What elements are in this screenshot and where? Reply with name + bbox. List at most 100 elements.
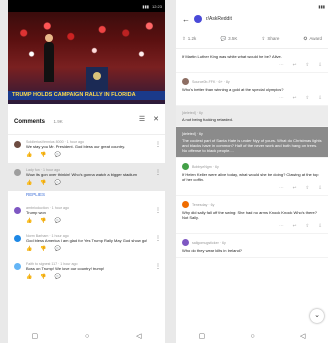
comment-user: [deleted] · 6y xyxy=(182,111,203,115)
downvote-icon[interactable]: ⇩ xyxy=(318,185,322,191)
comment-item: Source0b-FFK · 6+ · 8y Who's better than… xyxy=(176,73,328,106)
sort-icon[interactable]: ☰ xyxy=(139,115,145,123)
upvote-icon[interactable]: ⇧ xyxy=(305,185,309,191)
more-options-icon[interactable]: ⋮ xyxy=(155,263,161,270)
replies-link[interactable]: REPLIES xyxy=(8,191,165,201)
upvote-button[interactable]: ⇧ 1.2k xyxy=(182,36,196,42)
comments-button[interactable]: 💬 3.5K xyxy=(220,36,237,42)
reply-icon[interactable]: 💬 xyxy=(54,180,60,186)
award-button[interactable]: ✪ Award xyxy=(304,36,322,42)
back-arrow-icon[interactable]: ← xyxy=(182,15,190,24)
back-icon[interactable]: ◁ xyxy=(300,332,305,340)
comment-item: sallgomugsticker · 6y Who do they wear k… xyxy=(176,234,328,258)
upvote-icon[interactable]: ⇧ xyxy=(305,95,309,101)
avatar[interactable] xyxy=(14,141,21,148)
more-options-icon[interactable]: ⋮ xyxy=(155,141,161,148)
signal-icon: ▮▮▮ xyxy=(142,3,149,9)
comment-text: Trump won xyxy=(26,210,46,215)
comment-text: Who do they wear kilts in Ireland? xyxy=(182,248,243,253)
upvote-icon[interactable]: ⇧ xyxy=(305,62,309,68)
home-icon[interactable]: ○ xyxy=(251,333,255,340)
comment-item: SoldieriusVennius 8000 · 1 hour ago We s… xyxy=(8,135,165,163)
thread-header: ← r/AskReddit xyxy=(176,12,328,26)
downvote-icon[interactable]: ⇩ xyxy=(318,223,322,229)
speaker-figure xyxy=(44,34,54,82)
avatar[interactable] xyxy=(14,235,21,242)
comment-user: [deleted] · 6y xyxy=(182,132,203,136)
collapse-chevron-icon[interactable]: ⌄ xyxy=(310,309,324,323)
avatar[interactable] xyxy=(182,239,189,246)
thumbs-up-icon[interactable]: 👍 xyxy=(26,218,32,224)
recents-icon[interactable]: ▢ xyxy=(199,332,206,340)
comment-user[interactable]: Tenesday · 6y xyxy=(192,203,214,207)
back-icon[interactable]: ◁ xyxy=(136,332,141,340)
thumbs-up-icon[interactable]: 👍 xyxy=(26,152,32,158)
downvote-icon[interactable]: ⇩ xyxy=(318,95,322,101)
more-options-icon[interactable]: ⋮ xyxy=(155,169,161,176)
thumbs-down-icon[interactable]: 👎 xyxy=(40,218,46,224)
reply-icon[interactable]: ↩ xyxy=(293,95,297,101)
comment-text: If Helen Keller were alive today, what w… xyxy=(182,172,319,182)
comment-item: [deleted] · 6y The coolest part of Santa… xyxy=(176,127,328,158)
subreddit-name[interactable]: r/AskReddit xyxy=(206,16,232,22)
avatar[interactable] xyxy=(182,201,189,208)
comment-item: If Martin Luther King was white what wou… xyxy=(176,49,328,73)
reply-icon[interactable]: ↩ xyxy=(293,62,297,68)
subreddit-avatar[interactable] xyxy=(194,15,202,23)
reply-icon[interactable]: ↩ xyxy=(293,185,297,191)
avatar[interactable] xyxy=(182,78,189,85)
comment-text: We stay you Mr. President. God bless our… xyxy=(26,144,126,149)
thumbs-down-icon[interactable]: 👎 xyxy=(40,274,46,280)
more-options-icon[interactable]: ⋮ xyxy=(155,235,161,242)
downvote-icon[interactable]: ⇩ xyxy=(318,62,322,68)
news-banner: TRUMP HOLDS CAMPAIGN RALLY IN FLORIDA xyxy=(8,91,165,100)
upvote-icon[interactable]: ⇧ xyxy=(305,223,309,229)
comment-text: God bless America I am glad for Yes Trum… xyxy=(26,238,148,243)
thumbs-up-icon[interactable]: 👍 xyxy=(26,274,32,280)
status-bar: ▮▮▮ xyxy=(176,0,328,12)
avatar[interactable] xyxy=(182,163,189,170)
comment-item: Faith to signest 117 · 1 hour ago Boss o… xyxy=(8,257,165,285)
comment-item: ambrioduction · 1 hour ago Trump won 👍 👎… xyxy=(8,201,165,229)
reply-icon[interactable]: 💬 xyxy=(54,274,60,280)
comment-text: A not being fucking retarded. xyxy=(182,117,233,122)
more-options-icon[interactable]: ⋯ xyxy=(279,62,284,68)
close-icon[interactable]: ✕ xyxy=(153,115,159,123)
more-options-icon[interactable]: ⋯ xyxy=(279,223,284,229)
home-icon[interactable]: ○ xyxy=(85,333,89,340)
reply-icon[interactable]: 💬 xyxy=(54,152,60,158)
reddit-thread-screen: ▮▮▮ ← r/AskReddit ⇧ 1.2k 💬 3.5K ⇪ Share … xyxy=(176,0,328,343)
share-button[interactable]: ⇪ Share xyxy=(262,36,280,42)
comments-count: 1.9K xyxy=(53,119,63,124)
comment-item: Lady fun · 1 hour ago Wow its gon over t… xyxy=(8,163,165,191)
comment-user[interactable]: sallgomugsticker · 6y xyxy=(192,241,226,245)
status-bar: ▮▮▮ 12:23 xyxy=(8,0,165,12)
comment-user[interactable]: Source0b-FFK · 6+ · 8y xyxy=(192,80,230,84)
youtube-comments-screen: ▮▮▮ 12:23 TRUMP HOLDS CAMPAIGN RALLY IN … xyxy=(8,0,165,343)
avatar[interactable] xyxy=(14,207,21,214)
thumbs-down-icon[interactable]: 👎 xyxy=(40,180,46,186)
comments-header: Comments 1.9K ☰ ✕ xyxy=(8,104,165,135)
video-player[interactable]: TRUMP HOLDS CAMPAIGN RALLY IN FLORIDA xyxy=(8,12,165,104)
thumbs-down-icon[interactable]: 👎 xyxy=(40,152,46,158)
comment-item: BobbyeNgm · 6y If Helen Keller were aliv… xyxy=(176,158,328,196)
reply-icon[interactable]: 💬 xyxy=(54,218,60,224)
thumbs-up-icon[interactable]: 👍 xyxy=(26,246,32,252)
thumbs-down-icon[interactable]: 👎 xyxy=(40,246,46,252)
system-nav-bar: ▢ ○ ◁ xyxy=(8,329,165,343)
reply-icon[interactable]: ↩ xyxy=(293,223,297,229)
more-options-icon[interactable]: ⋯ xyxy=(279,95,284,101)
comment-user[interactable]: BobbyeNgm · 6y xyxy=(192,165,219,169)
signal-icon: ▮▮▮ xyxy=(318,3,325,9)
comments-title: Comments xyxy=(14,119,46,125)
system-nav-bar: ▢ ○ ◁ xyxy=(176,329,328,343)
more-options-icon[interactable]: ⋯ xyxy=(279,185,284,191)
screenshot-composite: ▮▮▮ 12:23 TRUMP HOLDS CAMPAIGN RALLY IN … xyxy=(0,0,328,343)
comment-text: Who's better than winning a gold at the … xyxy=(182,87,284,92)
avatar[interactable] xyxy=(14,169,21,176)
recents-icon[interactable]: ▢ xyxy=(31,332,38,340)
more-options-icon[interactable]: ⋮ xyxy=(155,207,161,214)
reply-icon[interactable]: 💬 xyxy=(54,246,60,252)
thumbs-up-icon[interactable]: 👍 xyxy=(26,180,32,186)
avatar[interactable] xyxy=(14,263,21,270)
